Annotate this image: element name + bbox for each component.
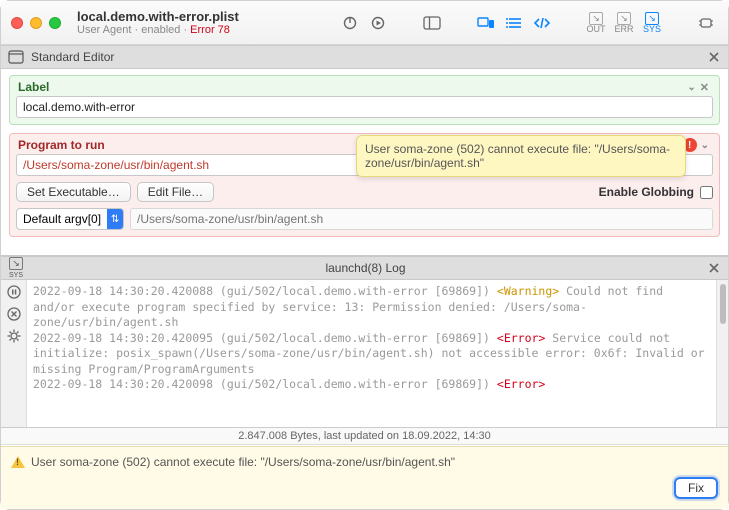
label-input[interactable] — [16, 96, 713, 118]
subtitle-state: enabled — [141, 24, 180, 36]
window-filename: local.demo.with-error.plist — [77, 9, 239, 24]
log-status: 2.847.008 Bytes, last updated on 18.09.2… — [1, 428, 728, 445]
err-log-button[interactable]: ↘ERR — [612, 12, 636, 34]
code-icon[interactable] — [530, 12, 554, 34]
error-tooltip: User soma-zone (502) cannot execute file… — [356, 135, 686, 177]
zoom-window-button[interactable] — [49, 17, 61, 29]
standard-editor-header: Standard Editor — [1, 45, 728, 69]
argv-select[interactable]: Default argv[0] ⇅ — [16, 208, 124, 230]
label-group: Label ⌄ ✕ — [9, 75, 720, 125]
window-title: local.demo.with-error.plist User Agent ·… — [77, 9, 239, 36]
out-label: OUT — [587, 24, 606, 34]
editor-body: Label ⌄ ✕ User soma-zone (502) cannot ex… — [1, 69, 728, 256]
subtitle-error: Error 78 — [190, 24, 230, 36]
sys-log-icon: ↘SYS — [7, 260, 25, 276]
list-icon[interactable] — [502, 12, 526, 34]
label-remove-button[interactable]: ✕ — [698, 81, 711, 94]
log-title: launchd(8) Log — [325, 261, 405, 275]
footer-notice: User soma-zone (502) cannot execute file… — [1, 446, 728, 509]
window-subtitle: User Agent · enabled · Error 78 — [77, 24, 239, 36]
toolbar-view-group — [474, 12, 554, 34]
footer-message: User soma-zone (502) cannot execute file… — [31, 455, 455, 469]
log-clear-button[interactable] — [6, 306, 22, 322]
chip-icon[interactable] — [694, 12, 718, 34]
program-group: User soma-zone (502) cannot execute file… — [9, 133, 720, 237]
power-icon[interactable] — [338, 12, 362, 34]
devices-icon[interactable] — [474, 12, 498, 34]
panels-icon[interactable] — [420, 12, 444, 34]
log-text[interactable]: 2022-09-18 14:30:20.420088 (gui/502/loca… — [27, 280, 716, 427]
log-settings-button[interactable] — [6, 328, 22, 344]
toolbar-log-group: ↘OUT ↘ERR ↘SYS — [584, 12, 664, 34]
log-gutter — [1, 280, 27, 427]
subtitle-kind: User Agent — [77, 24, 131, 36]
label-group-title: Label — [18, 80, 49, 94]
warning-icon — [11, 456, 25, 468]
program-group-title: Program to run — [18, 138, 105, 152]
argv-input[interactable] — [130, 208, 713, 230]
sys-label: SYS — [643, 24, 661, 34]
fix-button[interactable]: Fix — [674, 477, 718, 499]
close-editor-button[interactable] — [706, 49, 722, 65]
log-pause-button[interactable] — [6, 284, 22, 300]
set-executable-button[interactable]: Set Executable… — [16, 182, 131, 202]
log-scrollbar[interactable] — [716, 280, 728, 427]
enable-globbing-label: Enable Globbing — [599, 185, 694, 199]
argv-select-knob-icon: ⇅ — [107, 209, 123, 229]
toolbar-left-group — [338, 12, 390, 34]
argv-select-label: Default argv[0] — [17, 210, 107, 228]
log-header: ↘SYS launchd(8) Log — [1, 256, 728, 280]
enable-globbing-checkbox[interactable] — [700, 186, 713, 199]
window-traffic-lights — [11, 17, 61, 29]
play-icon[interactable] — [366, 12, 390, 34]
log-panel: 2022-09-18 14:30:20.420088 (gui/502/loca… — [1, 280, 728, 445]
edit-file-button[interactable]: Edit File… — [137, 182, 214, 202]
sys-log-button[interactable]: ↘SYS — [640, 12, 664, 34]
err-label: ERR — [614, 24, 633, 34]
editor-title: Standard Editor — [31, 50, 114, 64]
minimize-window-button[interactable] — [30, 17, 42, 29]
label-collapse-button[interactable]: ⌄ — [685, 82, 697, 93]
close-log-button[interactable] — [706, 260, 722, 276]
titlebar: local.demo.with-error.plist User Agent ·… — [1, 1, 728, 45]
editor-icon — [7, 49, 25, 65]
out-log-button[interactable]: ↘OUT — [584, 12, 608, 34]
close-window-button[interactable] — [11, 17, 23, 29]
program-collapse-button[interactable]: ⌄ — [699, 140, 711, 151]
